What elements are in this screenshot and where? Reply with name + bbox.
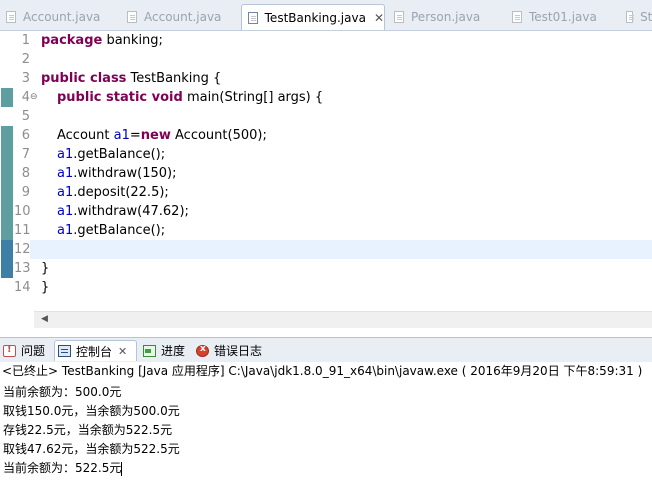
keyword: package <box>41 33 103 48</box>
java-file-icon <box>626 11 635 23</box>
line-number: 9 <box>21 185 30 200</box>
close-icon[interactable]: ✕ <box>118 345 127 358</box>
keyword: public class <box>41 71 127 86</box>
keyword: public static void <box>57 90 183 105</box>
tab-error-log[interactable]: 错误日志 <box>193 340 262 361</box>
code-text: Account(500); <box>170 128 267 143</box>
code-line-9: a1.deposit(22.5); <box>57 183 169 202</box>
variable: a1 <box>57 223 74 238</box>
console-line: 当前余额为：500.0元 <box>3 385 122 399</box>
java-file-icon <box>127 11 137 23</box>
tab-problems[interactable]: 问题 <box>0 340 45 361</box>
line-number: 6 <box>21 128 30 143</box>
code-text: .getBalance(); <box>73 147 166 162</box>
code-text: main(String[] args) { <box>182 90 324 105</box>
console-line: 取钱47.62元，当余额为522.5元 <box>3 442 180 456</box>
java-file-icon <box>394 11 404 23</box>
code-line-3: public class TestBanking { <box>41 69 221 88</box>
tab-label: 问题 <box>21 344 46 358</box>
code-text: .getBalance(); <box>73 223 166 238</box>
console-icon <box>58 345 71 357</box>
line-number: 2 <box>21 52 30 67</box>
variable: a1 <box>57 204 74 219</box>
code-text: .deposit(22.5); <box>73 185 169 200</box>
console-line: 存钱22.5元，当余额为522.5元 <box>3 423 173 437</box>
tab-stu[interactable]: Stu <box>620 4 652 30</box>
tab-account-java-1[interactable]: Account.java <box>0 4 120 30</box>
line-number: 8 <box>21 166 30 181</box>
tab-label: Account.java <box>144 10 222 24</box>
fold-collapse-icon[interactable]: ⊖ <box>30 88 38 107</box>
code-line-10: a1.withdraw(47.62); <box>57 202 189 221</box>
change-marker <box>1 126 13 240</box>
line-number: 7 <box>21 147 30 162</box>
change-marker <box>1 240 13 278</box>
tab-account-java-2[interactable]: Account.java <box>121 4 237 30</box>
line-number: 14 <box>14 280 31 295</box>
tab-label: 进度 <box>161 344 186 358</box>
code-line-11: a1.getBalance(); <box>57 221 165 240</box>
tab-test01-java[interactable]: Test01.java <box>506 4 622 30</box>
code-line-4: public static void main(String[] args) { <box>57 88 323 107</box>
variable: a1 <box>57 185 74 200</box>
code-line-14: } <box>41 280 50 295</box>
code-text: TestBanking { <box>126 71 222 86</box>
tab-label: Account.java <box>23 10 101 24</box>
horizontal-scrollbar[interactable]: ◀ <box>34 311 652 328</box>
console-line: 取钱150.0元，当余额为500.0元 <box>3 404 180 418</box>
scroll-left-icon[interactable]: ◀ <box>41 314 48 324</box>
code-text: Account <box>57 128 114 143</box>
tab-label: Test01.java <box>529 10 597 24</box>
error-log-icon <box>196 344 209 357</box>
code-line-1: package banking; <box>41 31 163 50</box>
line-number: 11 <box>14 223 31 238</box>
code-editor[interactable]: 1 2 3 4 5 6 7 8 9 10 11 12 13 14 ⊖ packa… <box>0 31 652 329</box>
tab-console[interactable]: 控制台 ✕ <box>54 340 137 361</box>
line-number: 4 <box>21 90 30 105</box>
variable: a1 <box>113 128 130 143</box>
line-number: 5 <box>21 109 30 124</box>
current-line-highlight <box>30 240 652 259</box>
code-line-7: a1.getBalance(); <box>57 145 165 164</box>
problems-icon <box>3 344 16 357</box>
line-number: 12 <box>14 242 31 257</box>
console-status-header: <已终止> TestBanking [Java 应用程序] C:\Java\jd… <box>0 362 652 381</box>
tab-testbanking-java[interactable]: TestBanking.java ✕ <box>241 4 385 30</box>
line-number: 13 <box>14 261 31 276</box>
line-number: 1 <box>21 33 30 48</box>
text-caret <box>121 461 123 476</box>
code-line-6: Account a1=new Account(500); <box>57 126 267 145</box>
keyword: new <box>140 128 171 143</box>
line-number: 3 <box>21 71 30 86</box>
tab-label: TestBanking.java <box>264 10 366 25</box>
tab-label: Stu <box>640 10 652 24</box>
console-line-last: 当前余额为：522.5元 <box>3 459 123 478</box>
code-text: .withdraw(150); <box>73 166 177 181</box>
tab-progress[interactable]: 进度 <box>140 340 185 361</box>
tab-label: 错误日志 <box>214 344 263 358</box>
console-output[interactable]: 当前余额为：500.0元 取钱150.0元，当余额为500.0元 存钱22.5元… <box>0 381 652 502</box>
code-line-8: a1.withdraw(150); <box>57 164 177 183</box>
progress-icon <box>143 344 156 357</box>
variable: a1 <box>57 166 74 181</box>
change-marker <box>1 88 13 107</box>
code-line-13: } <box>41 261 50 276</box>
code-text: .withdraw(47.62); <box>73 204 189 219</box>
java-file-icon <box>512 11 522 23</box>
java-file-icon <box>248 11 258 24</box>
tab-person-java[interactable]: Person.java <box>388 4 504 30</box>
java-file-icon <box>6 11 16 23</box>
tab-label: Person.java <box>411 10 481 24</box>
view-tab-bar: 问题 控制台 ✕ 进度 错误日志 <box>0 337 652 363</box>
line-number: 10 <box>14 204 31 219</box>
tab-label: 控制台 <box>76 344 113 359</box>
console-line: 当前余额为：522.5元 <box>3 461 122 475</box>
code-text: banking; <box>102 33 163 48</box>
variable: a1 <box>57 147 74 162</box>
editor-tab-bar: Account.java Account.java TestBanking.ja… <box>0 0 652 31</box>
code-text: = <box>129 128 141 143</box>
quick-diff-ruler <box>0 31 14 301</box>
close-icon[interactable]: ✕ <box>374 11 384 25</box>
